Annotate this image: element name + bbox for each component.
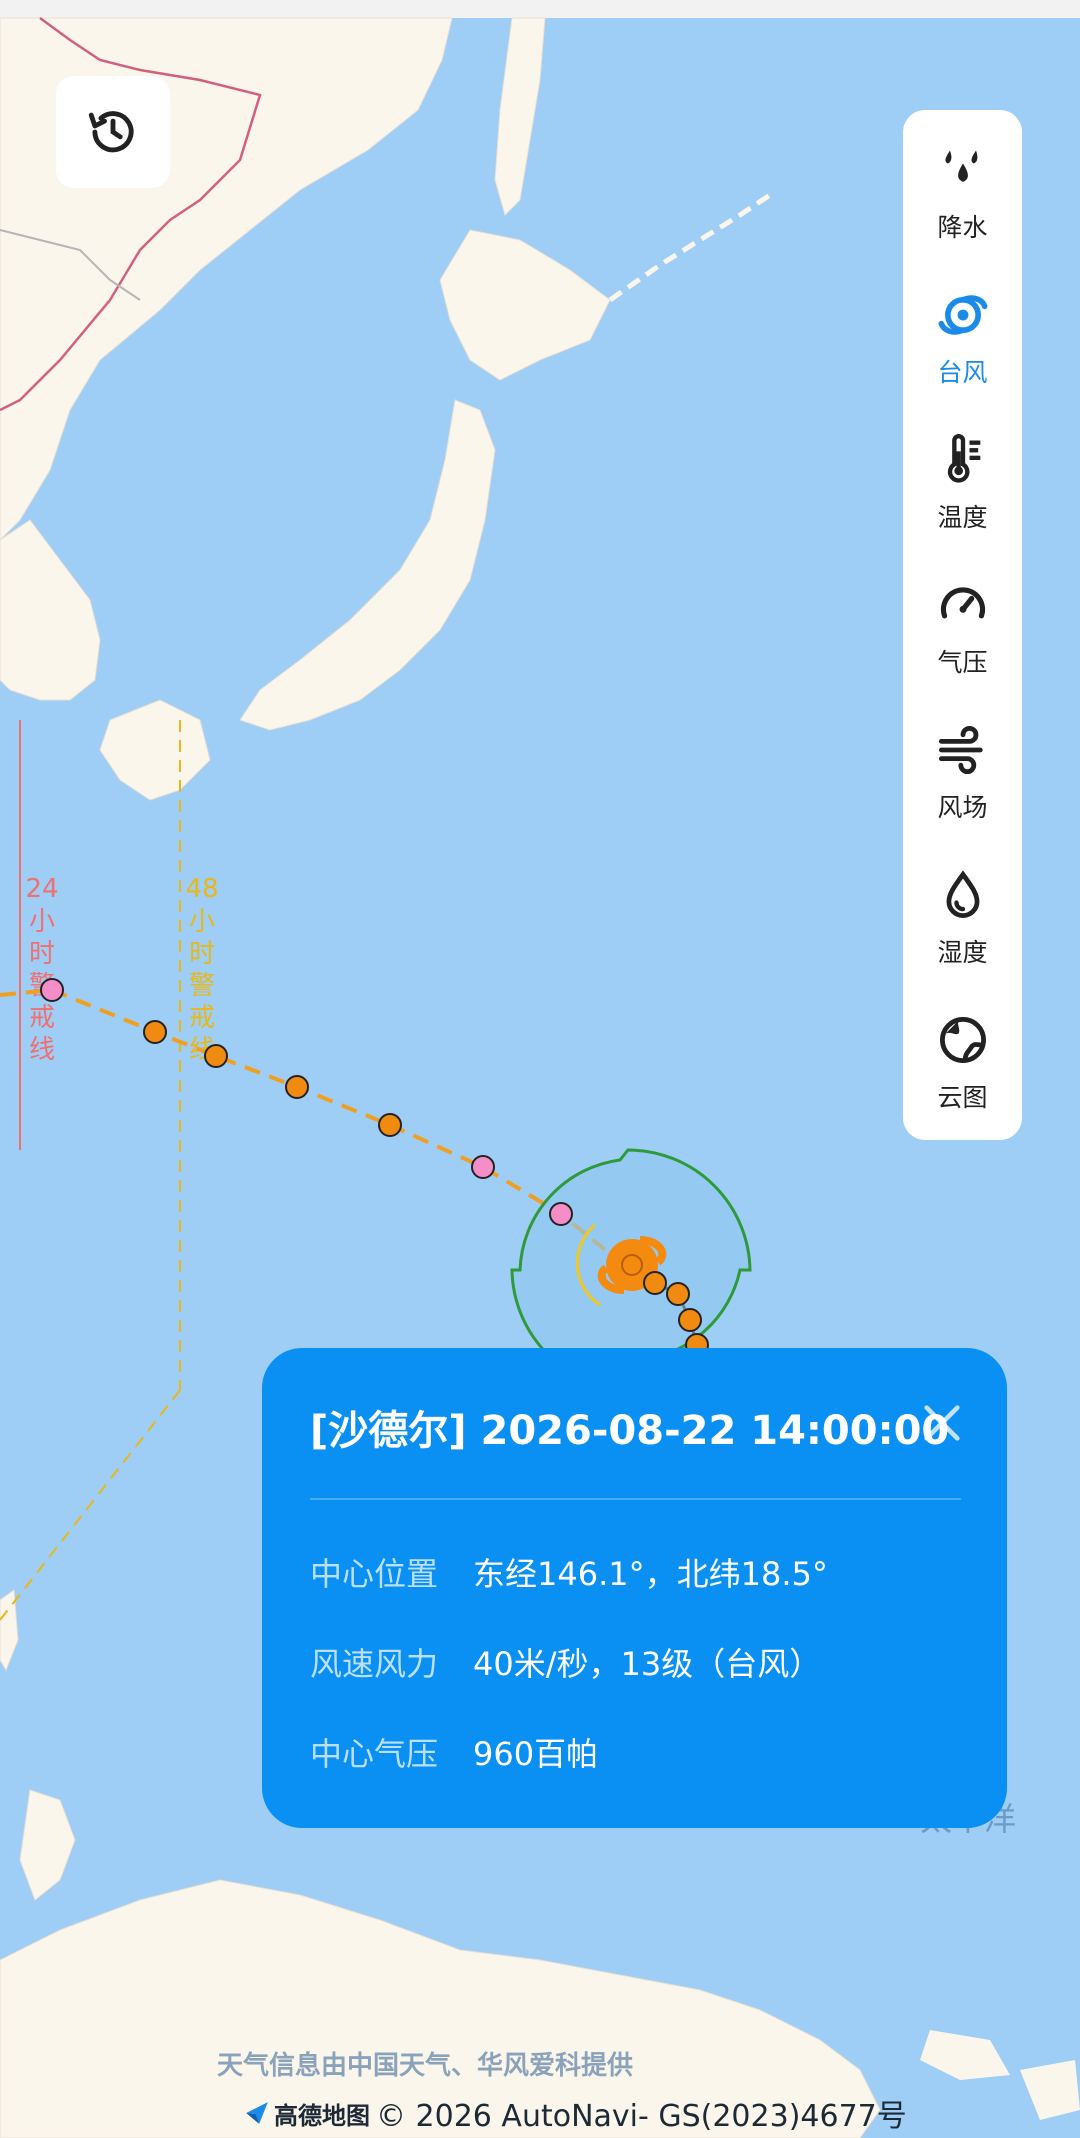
map-copyright: 高德地图 © 2026 AutoNavi- GS(2023)4677号 [244, 2095, 907, 2134]
info-value: 960百帕 [473, 1735, 599, 1773]
svg-text:线: 线 [29, 1035, 55, 1065]
info-key: 中心气压 [310, 1735, 439, 1773]
layer-panel: 降水 台风 温度 气压 风场 湿度 云图 [903, 110, 1022, 1140]
layer-wind[interactable]: 风场 [903, 720, 1022, 840]
amap-logo-icon [246, 2102, 268, 2124]
svg-text:时: 时 [189, 939, 215, 969]
status-bar-strip [0, 0, 1080, 18]
wind-icon [933, 720, 993, 780]
thermometer-icon [933, 430, 993, 490]
layer-pressure[interactable]: 气压 [903, 575, 1022, 695]
svg-text:戒: 戒 [189, 1003, 215, 1033]
track-point[interactable] [285, 1075, 309, 1099]
layer-label: 湿度 [937, 938, 988, 967]
track-point[interactable] [666, 1282, 690, 1306]
svg-text:戒: 戒 [29, 1003, 55, 1033]
track-point[interactable] [378, 1113, 402, 1137]
track-point-past[interactable] [549, 1202, 573, 1226]
copyright-text: © 2026 AutoNavi- GS(2023)4677号 [376, 2099, 907, 2134]
layer-cloud[interactable]: 云图 [903, 1010, 1022, 1130]
svg-text:48: 48 [185, 874, 218, 904]
layer-label: 温度 [937, 503, 988, 532]
svg-text:小: 小 [189, 907, 215, 937]
globe-cloud-icon [933, 1010, 993, 1070]
history-clock-icon [88, 111, 134, 153]
layer-label: 气压 [937, 648, 988, 677]
typhoon-icon [933, 285, 993, 345]
gauge-icon [933, 575, 993, 635]
layer-label: 台风 [937, 358, 988, 387]
svg-text:小: 小 [29, 907, 55, 937]
history-button[interactable] [56, 76, 170, 188]
close-icon [924, 1405, 960, 1441]
track-point[interactable] [204, 1044, 228, 1068]
layer-label: 云图 [937, 1083, 988, 1112]
rain-drops-icon [933, 140, 993, 200]
track-point[interactable] [643, 1271, 667, 1295]
track-point[interactable] [143, 1020, 167, 1044]
svg-text:时: 时 [29, 939, 55, 969]
info-value: 东经146.1°，北纬18.5° [473, 1555, 828, 1593]
info-key: 中心位置 [310, 1555, 439, 1593]
info-row-center: 中心位置 东经146.1°，北纬18.5° [310, 1547, 828, 1597]
svg-text:警: 警 [189, 971, 215, 1001]
typhoon-info-title: [沙德尔] 2026-08-22 14:00:00 [310, 1408, 950, 1454]
layer-humidity[interactable]: 湿度 [903, 865, 1022, 985]
layer-typhoon[interactable]: 台风 [903, 285, 1022, 405]
track-point[interactable] [678, 1308, 702, 1332]
layer-rain[interactable]: 降水 [903, 140, 1022, 260]
info-value: 40米/秒，13级（台风） [473, 1645, 822, 1683]
info-row-wind: 风速风力 40米/秒，13级（台风） [310, 1637, 821, 1687]
svg-text:24: 24 [25, 874, 58, 904]
close-button[interactable] [919, 1400, 965, 1446]
amap-brand: 高德地图 [274, 2101, 370, 2130]
layer-label: 降水 [937, 213, 988, 242]
humidity-drop-icon [933, 865, 993, 925]
info-row-pressure: 中心气压 960百帕 [310, 1727, 598, 1777]
info-key: 风速风力 [310, 1645, 439, 1683]
typhoon-info-card: [沙德尔] 2026-08-22 14:00:00 中心位置 东经146.1°，… [262, 1348, 1007, 1828]
card-divider [310, 1498, 961, 1500]
layer-temperature[interactable]: 温度 [903, 430, 1022, 550]
track-point-past[interactable] [471, 1155, 495, 1179]
data-source-credit: 天气信息由中国天气、华风爱科提供 [216, 2051, 633, 2081]
layer-label: 风场 [937, 793, 988, 822]
track-point-past[interactable] [40, 978, 64, 1002]
